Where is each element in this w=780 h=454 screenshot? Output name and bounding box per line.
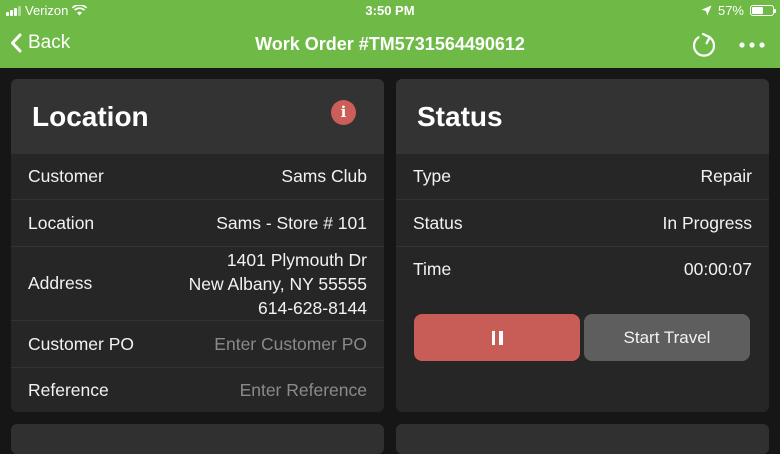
battery-icon	[750, 5, 776, 16]
info-icon[interactable]: i	[331, 100, 356, 125]
more-button[interactable]	[738, 35, 766, 55]
time-value: 00:00:07	[683, 259, 752, 279]
status-bar: Verizon 3:50 PM 57%	[0, 0, 780, 22]
status-label: Status	[413, 212, 463, 233]
type-label: Type	[413, 166, 451, 186]
chevron-left-icon	[11, 33, 22, 53]
back-button[interactable]: Back	[10, 32, 70, 54]
status-value: In Progress	[662, 212, 752, 233]
location-card-header: Location i	[11, 79, 384, 153]
customer-row: Customer Sams Club	[11, 153, 384, 199]
address-line1: 1401 Plymouth Dr	[226, 249, 367, 270]
location-label: Location	[28, 212, 95, 233]
location-arrow-icon	[701, 5, 712, 16]
pause-icon	[491, 330, 503, 345]
reference-row: Reference Enter Reference	[11, 367, 384, 412]
phone-number[interactable]: 614-628-8144	[189, 296, 367, 320]
navigation-bar: Back Work Order #TM5731564490612	[0, 22, 780, 68]
location-title: Location	[32, 101, 149, 132]
location-card: Location i Customer Sams Club Location S…	[11, 79, 384, 412]
address-label: Address	[28, 273, 93, 293]
page-title: Work Order #TM5731564490612	[255, 34, 525, 54]
customer-label: Customer	[28, 166, 104, 186]
type-row: Type Repair	[396, 153, 769, 199]
start-travel-button[interactable]: Start Travel	[584, 314, 750, 361]
address-line2: New Albany, NY 55555	[188, 273, 367, 294]
back-label: Back	[28, 32, 71, 53]
more-icon	[739, 42, 765, 48]
refresh-icon	[692, 32, 716, 57]
status-title: Status	[417, 101, 503, 132]
status-card-header: Status	[396, 79, 769, 153]
next-card-right	[396, 424, 769, 454]
customer-po-label: Customer PO	[28, 333, 134, 354]
customer-po-row: Customer PO Enter Customer PO	[11, 320, 384, 367]
reference-input[interactable]: Enter Reference	[240, 380, 367, 401]
address-value: 1401 Plymouth Dr New Albany, NY 55555 61…	[189, 248, 367, 320]
next-card-left	[11, 424, 384, 454]
pause-button[interactable]	[414, 314, 580, 361]
status-right-group: 57%	[701, 3, 776, 18]
time-label: Time	[413, 259, 452, 279]
location-row: Location Sams - Store # 101	[11, 199, 384, 246]
start-travel-label: Start Travel	[623, 327, 711, 347]
battery-fill	[752, 7, 764, 14]
status-card: Status Type Repair Status In Progress Ti…	[396, 79, 769, 412]
location-value: Sams - Store # 101	[216, 212, 367, 233]
customer-value: Sams Club	[281, 166, 367, 186]
type-value: Repair	[700, 166, 752, 186]
time-row: Time 00:00:07	[396, 246, 769, 292]
address-row[interactable]: Address 1401 Plymouth Dr New Albany, NY …	[11, 246, 384, 320]
refresh-button[interactable]	[690, 30, 718, 60]
customer-po-input[interactable]: Enter Customer PO	[214, 334, 367, 355]
battery-percent: 57%	[717, 3, 744, 18]
status-row: Status In Progress	[396, 199, 769, 246]
status-time: 3:50 PM	[365, 3, 415, 18]
reference-label: Reference	[28, 379, 109, 400]
